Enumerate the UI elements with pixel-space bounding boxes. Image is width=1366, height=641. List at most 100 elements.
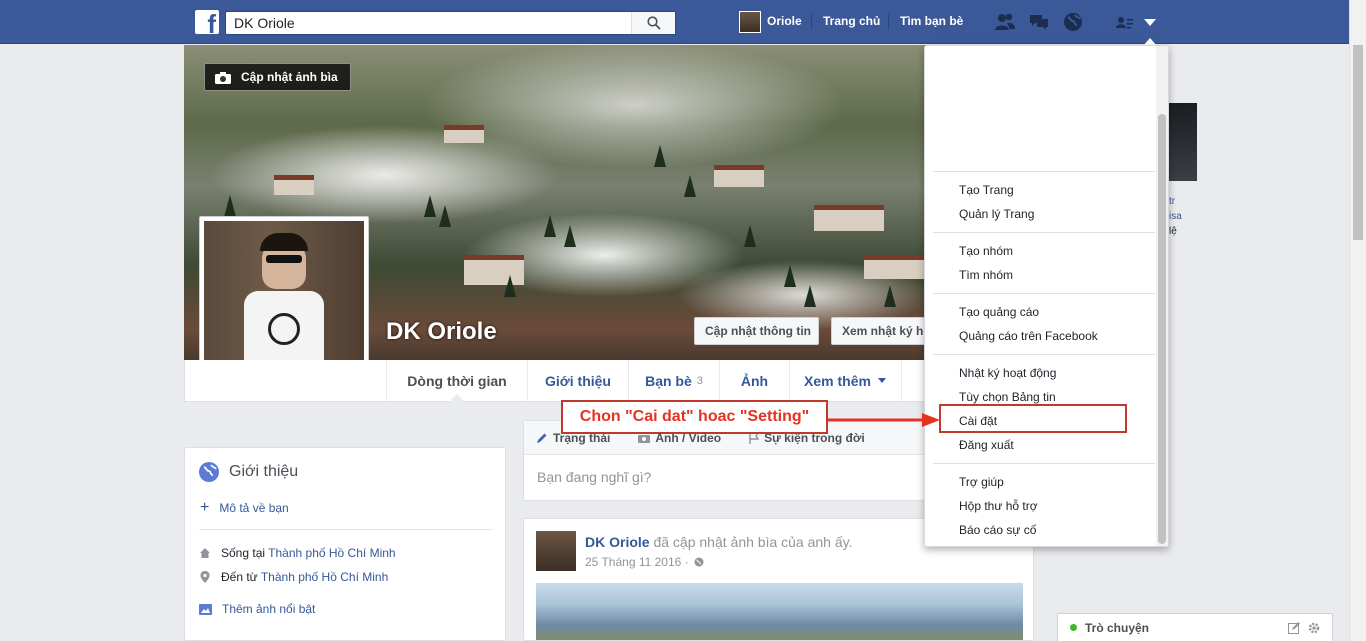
- divider: [933, 232, 1155, 233]
- tab-friends[interactable]: Bạn bè 3: [628, 360, 719, 401]
- intro-card: Giới thiệu + Mô tả về bạn Sống tại Thành…: [184, 447, 506, 641]
- cover-tree: [684, 175, 696, 197]
- cover-house: [814, 205, 884, 231]
- compose-message-icon[interactable]: [1288, 621, 1300, 634]
- profile-name: DK Oriole: [386, 318, 497, 345]
- search-button[interactable]: [631, 12, 675, 34]
- friend-requests-icon[interactable]: [994, 12, 1016, 32]
- sunglasses-icon: [266, 255, 302, 263]
- cover-tree: [784, 265, 796, 287]
- facebook-logo-icon[interactable]: f: [195, 10, 219, 37]
- shirt-star-emblem-icon: [268, 313, 300, 345]
- post-author-link[interactable]: DK Oriole: [585, 534, 650, 550]
- menu-item-find-groups[interactable]: Tìm nhóm: [959, 268, 1013, 282]
- notifications-globe-icon[interactable]: [1062, 12, 1084, 32]
- online-status-dot: [1070, 624, 1077, 631]
- public-globe-icon[interactable]: [694, 557, 704, 567]
- page-scrollbar[interactable]: [1349, 0, 1366, 641]
- account-dropdown-menu: Tạo Trang Quản lý Trang Tạo nhóm Tìm nhó…: [924, 45, 1169, 547]
- menu-item-activity-log[interactable]: Nhật ký hoạt động: [959, 366, 1056, 380]
- view-activity-log-button[interactable]: Xem nhật ký hoạt động: [831, 317, 925, 345]
- menu-item-advertising-on-facebook[interactable]: Quảng cáo trên Facebook: [959, 329, 1098, 343]
- post-time-text[interactable]: 25 Tháng 11 2016 ·: [585, 555, 689, 569]
- search-box: [225, 11, 676, 35]
- pencil-icon: [537, 433, 547, 443]
- from-city-link[interactable]: Thành phố Hồ Chí Minh: [261, 570, 388, 584]
- intro-title: Giới thiệu: [199, 462, 298, 482]
- photo-icon: [199, 604, 212, 615]
- profile-link[interactable]: Oriole: [767, 14, 802, 28]
- menu-item-create-group[interactable]: Tạo nhóm: [959, 244, 1013, 258]
- tab-photos[interactable]: Ảnh: [719, 360, 789, 401]
- chat-label: Trò chuyện: [1085, 620, 1150, 635]
- profile-nav-tabs: Dòng thời gian Giới thiệu Bạn bè 3 Ảnh Xe…: [184, 360, 1034, 402]
- search-icon: [646, 16, 661, 30]
- menu-item-report-a-problem[interactable]: Báo cáo sự cố: [959, 523, 1036, 537]
- add-featured-photos-link[interactable]: Thêm ảnh nổi bật: [199, 602, 315, 616]
- tab-about[interactable]: Giới thiệu: [527, 360, 628, 401]
- intro-title-text: Giới thiệu: [229, 463, 299, 480]
- dropdown-scrollbar[interactable]: [1156, 46, 1168, 546]
- divider: [901, 360, 902, 401]
- cover-tree: [424, 195, 436, 217]
- describe-yourself-label: Mô tả về bạn: [219, 501, 289, 515]
- cover-tree: [544, 215, 556, 237]
- tab-label: Ảnh: [740, 372, 769, 389]
- account-menu-chevron-down-icon[interactable]: [1142, 12, 1158, 32]
- camera-icon: [638, 434, 651, 443]
- cover-tree: [564, 225, 576, 247]
- cover-house: [714, 165, 764, 187]
- chat-bar[interactable]: Trò chuyện: [1057, 613, 1333, 641]
- post-author-avatar[interactable]: [536, 531, 576, 571]
- post-image[interactable]: [536, 583, 1023, 640]
- update-cover-label: Cập nhật ảnh bìa: [241, 70, 338, 84]
- menu-item-create-page[interactable]: Tạo Trang: [959, 183, 1014, 197]
- cover-tree: [224, 195, 236, 217]
- search-input[interactable]: [226, 12, 631, 34]
- post-action-text: đã cập nhật ảnh bìa của anh ấy.: [653, 534, 853, 550]
- tab-more[interactable]: Xem thêm: [789, 360, 901, 401]
- cover-house: [864, 255, 924, 279]
- divider: [199, 529, 493, 530]
- dropdown-scrollbar-thumb[interactable]: [1158, 114, 1166, 544]
- cover-tree: [804, 285, 816, 307]
- menu-item-support-inbox[interactable]: Hộp thư hỗ trợ: [959, 499, 1038, 513]
- dropdown-shortcuts-area: [925, 46, 1156, 171]
- post-header: DK Oriole đã cập nhật ảnh bìa của anh ấy…: [585, 534, 852, 550]
- annotation-arrow-icon: [828, 413, 940, 427]
- update-cover-button[interactable]: Cập nhật ảnh bìa: [204, 63, 351, 91]
- divider: [933, 463, 1155, 464]
- divider: [933, 171, 1155, 172]
- update-info-button[interactable]: Cập nhật thông tin: [694, 317, 819, 345]
- cover-house: [274, 175, 314, 195]
- profile-photo: [204, 221, 364, 381]
- find-friends-link[interactable]: Tìm bạn bè: [900, 14, 963, 28]
- messages-icon[interactable]: [1028, 12, 1050, 32]
- privacy-shortcuts-icon[interactable]: [1116, 12, 1134, 32]
- gear-icon[interactable]: [1308, 622, 1320, 634]
- right-column-text: tr: [1169, 196, 1176, 207]
- home-link[interactable]: Trang chủ: [823, 14, 880, 28]
- divider: [811, 14, 812, 30]
- menu-item-manage-pages[interactable]: Quản lý Trang: [959, 207, 1034, 221]
- composer-input[interactable]: Bạn đang nghĩ gì?: [537, 469, 651, 485]
- plus-icon: +: [200, 499, 210, 516]
- menu-item-news-feed-preferences[interactable]: Tùy chọn Bảng tin: [959, 390, 1056, 404]
- profile-avatar[interactable]: [739, 11, 761, 33]
- top-navigation-bar: f Oriole Trang chủ Tìm bạn bè: [0, 0, 1366, 44]
- divider: [933, 293, 1155, 294]
- right-column-text: isa: [1169, 211, 1182, 222]
- lives-in-city-link[interactable]: Thành phố Hồ Chí Minh: [268, 546, 395, 560]
- globe-icon: [199, 462, 219, 482]
- menu-item-help[interactable]: Trợ giúp: [959, 475, 1004, 489]
- cover-tree: [439, 205, 451, 227]
- location-pin-icon: [200, 571, 210, 583]
- cover-house: [444, 125, 484, 143]
- right-column-image[interactable]: [1168, 103, 1197, 181]
- from-row: Đến từ Thành phố Hồ Chí Minh: [199, 570, 388, 584]
- tab-label: Bạn bè: [645, 372, 692, 389]
- menu-item-create-ad[interactable]: Tạo quảng cáo: [959, 305, 1039, 319]
- describe-yourself-link[interactable]: + Mô tả về bạn: [200, 499, 289, 516]
- menu-item-log-out[interactable]: Đăng xuất: [959, 438, 1014, 452]
- page-scrollbar-thumb[interactable]: [1353, 45, 1363, 240]
